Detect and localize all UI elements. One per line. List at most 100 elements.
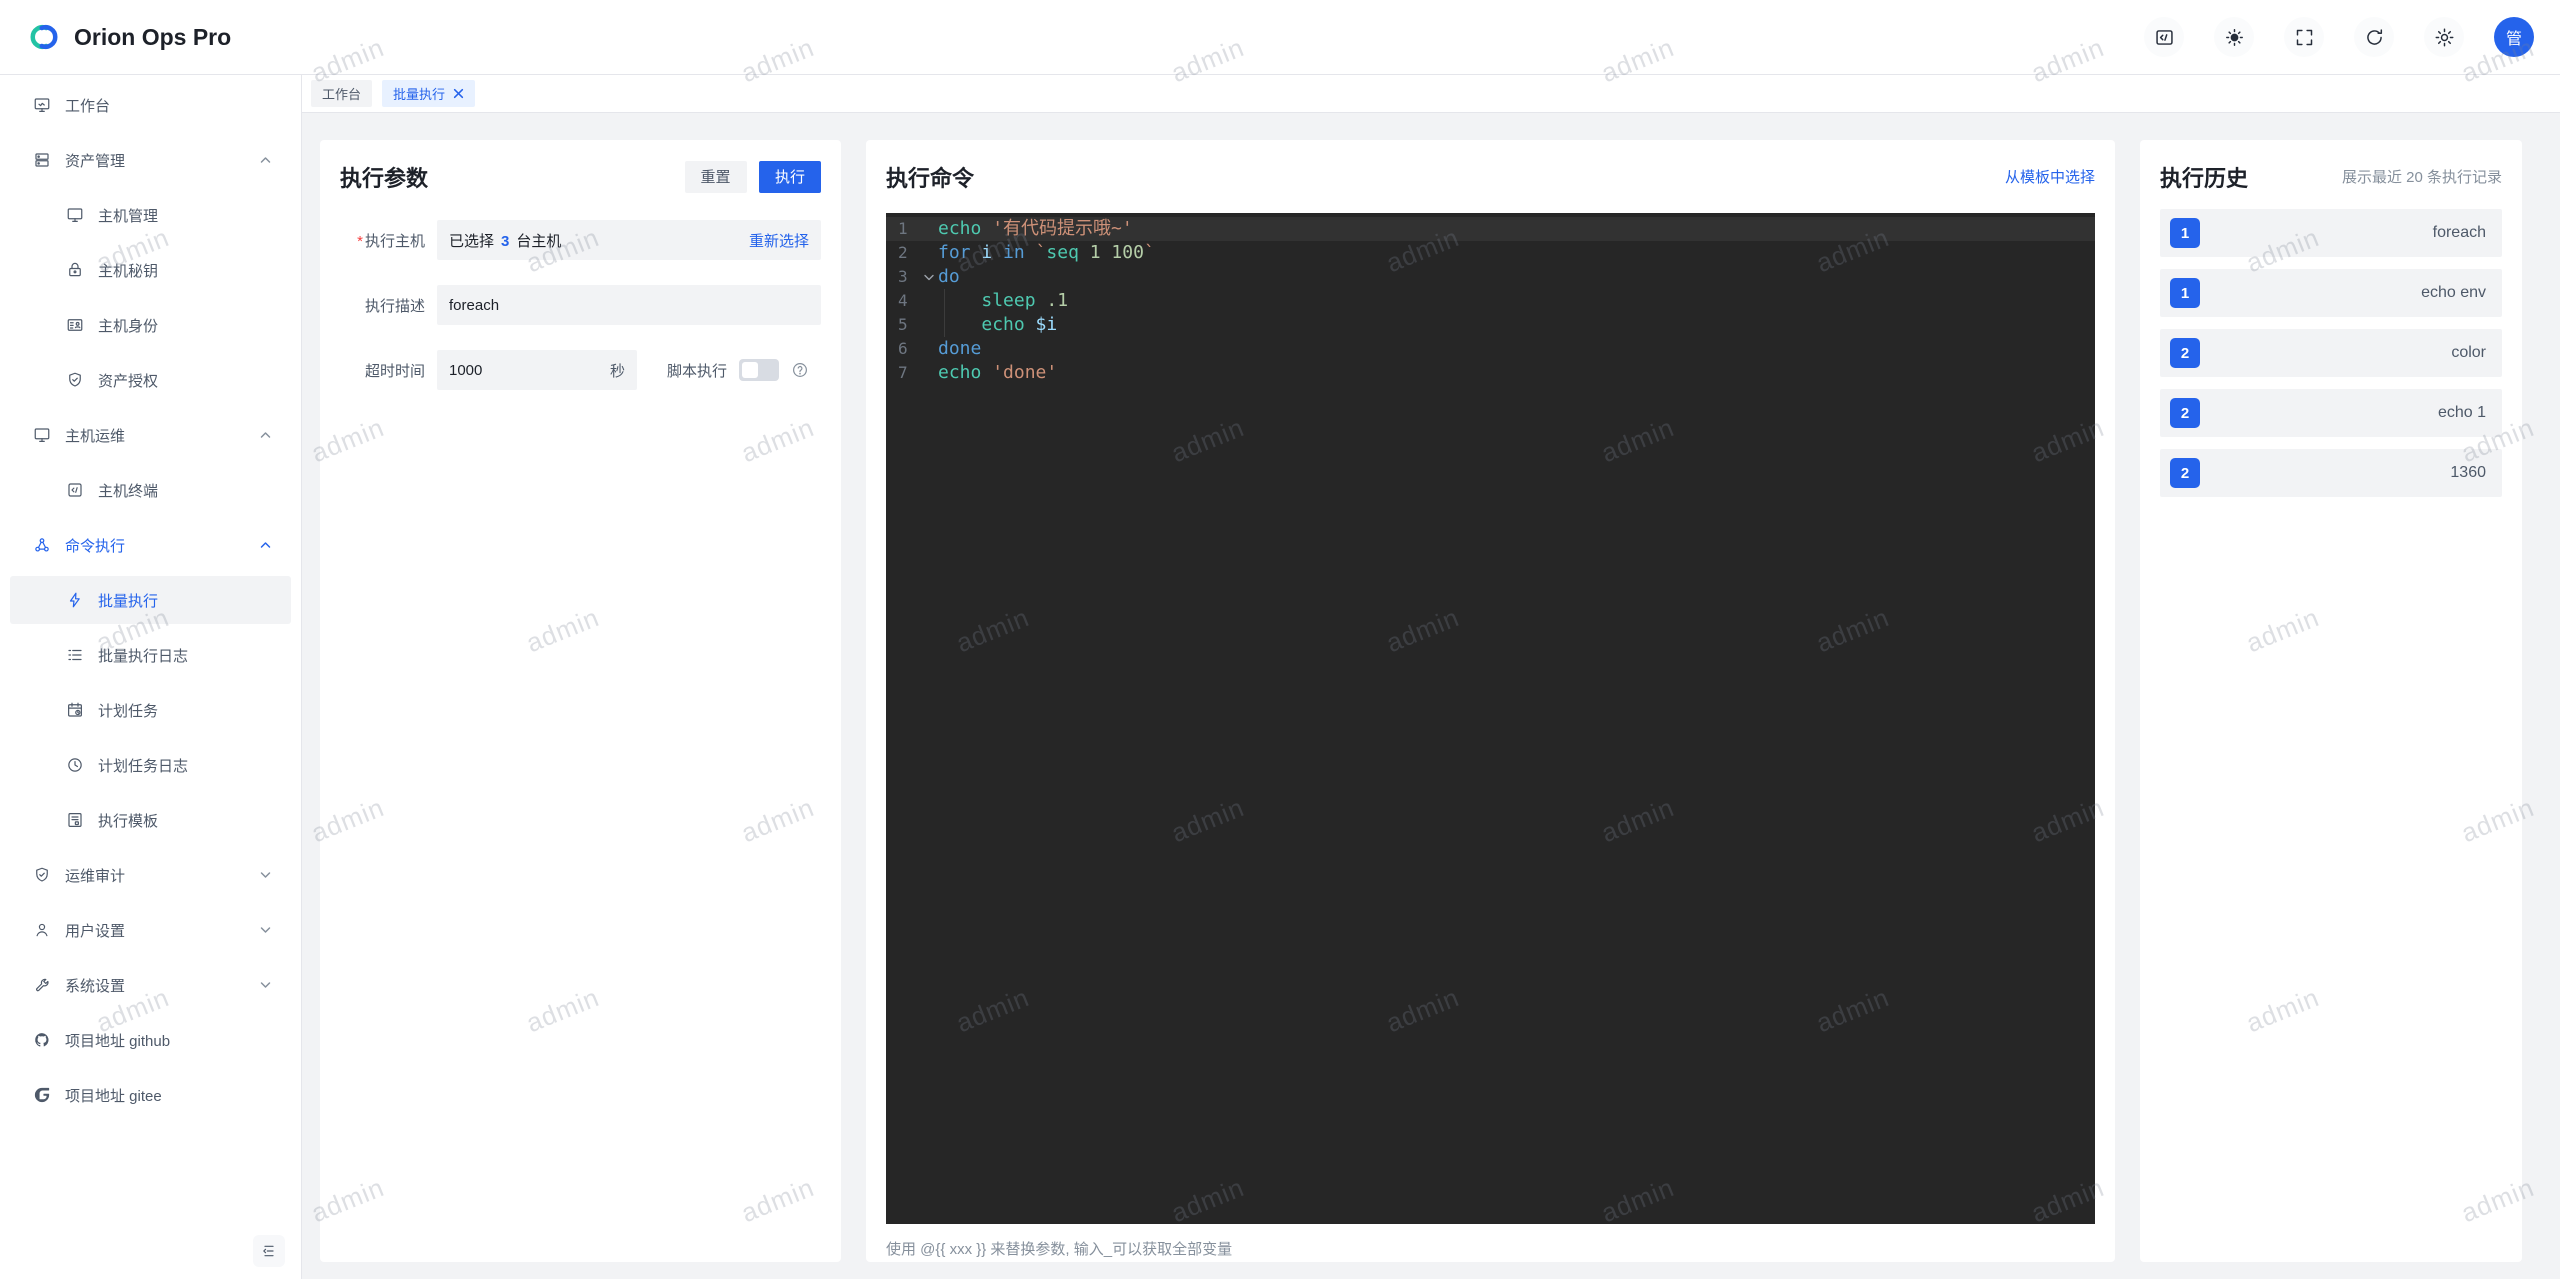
github-icon: [33, 1031, 51, 1049]
fullscreen-icon[interactable]: [2284, 17, 2324, 57]
theme-sun-icon[interactable]: [2214, 17, 2254, 57]
shield-check-icon: [33, 866, 51, 884]
sidebar-group-system-settings[interactable]: 系统设置: [10, 961, 291, 1009]
code-line: 6 done: [898, 338, 982, 359]
params-panel: 执行参数 重置 执行 * 执行主机 已选择 3 台主机 重新选择 执行描述 forea…: [320, 140, 841, 1262]
sidebar-group-user-settings[interactable]: 用户设置: [10, 906, 291, 954]
tab-workbench[interactable]: 工作台: [311, 80, 373, 107]
chevron-down-icon: [260, 981, 271, 990]
clock-icon: [66, 756, 84, 774]
history-row[interactable]: 1 foreach: [2160, 209, 2502, 257]
history-subtitle: 展示最近 20 条执行记录: [2341, 169, 2502, 186]
command-panel: 执行命令 从模板中选择 1 echo '有代码提示哦~' 2 for i in …: [866, 140, 2115, 1262]
logo-icon: [26, 19, 62, 55]
host-select-field[interactable]: 已选择 3 台主机 重新选择: [437, 220, 821, 260]
nodes-icon: [33, 536, 51, 554]
script-exec-label: 脚本执行: [667, 362, 728, 380]
command-panel-title: 执行命令: [886, 165, 975, 191]
app-header: Orion Ops Pro 管: [0, 0, 2560, 75]
host-label: * 执行主机: [357, 232, 425, 250]
terminal-icon[interactable]: [2144, 17, 2184, 57]
code-line: 3 do: [898, 266, 960, 287]
sidebar-item-cron-task[interactable]: 计划任务: [10, 686, 291, 734]
run-button[interactable]: 执行: [758, 160, 821, 193]
params-panel-title: 执行参数: [340, 165, 429, 191]
history-row[interactable]: 2 color: [2160, 329, 2502, 377]
exec-count-badge: 1: [2170, 218, 2200, 248]
sidebar: 工作台 资产管理 主机管理 主机秘钥 主机身份 资产授权 主机运维 主机终端 命…: [0, 75, 302, 1279]
history-row[interactable]: 1 echo env: [2160, 269, 2502, 317]
chevron-down-icon: [260, 871, 271, 880]
sidebar-group-assets[interactable]: 资产管理: [10, 136, 291, 184]
tab-batch-exec[interactable]: 批量执行: [382, 80, 476, 107]
exec-count-badge: 2: [2170, 398, 2200, 428]
script-exec-toggle[interactable]: [739, 359, 780, 381]
fold-chevron-icon[interactable]: [920, 274, 938, 281]
code-editor[interactable]: 1 echo '有代码提示哦~' 2 for i in `seq 1 100` …: [886, 213, 2095, 1224]
exec-count-badge: 2: [2170, 338, 2200, 368]
sidebar-item-batch-exec[interactable]: 批量执行: [10, 576, 291, 624]
sidebar-item-gitee[interactable]: 项目地址 gitee: [10, 1071, 291, 1119]
sidebar-item-exec-template[interactable]: 执行模板: [10, 796, 291, 844]
sidebar-item-batch-exec-log[interactable]: 批量执行日志: [10, 631, 291, 679]
timeout-unit: 秒: [609, 362, 625, 380]
content-area: 执行参数 重置 执行 * 执行主机 已选择 3 台主机 重新选择 执行描述 forea…: [302, 113, 2560, 1279]
template-icon: [66, 811, 84, 829]
exec-count-badge: 1: [2170, 278, 2200, 308]
settings-gear-icon[interactable]: [2424, 17, 2464, 57]
code-line: 7 echo 'done': [898, 362, 1058, 383]
sidebar-item-workbench[interactable]: 工作台: [10, 81, 291, 129]
history-row[interactable]: 2 echo 1: [2160, 389, 2502, 437]
editor-hint: 使用 @{{ xxx }} 来替换参数, 输入_可以获取全部变量: [886, 1241, 1233, 1258]
sidebar-item-host-manage[interactable]: 主机管理: [10, 191, 291, 239]
code-line: 1 echo '有代码提示哦~': [886, 217, 2095, 241]
timeout-input[interactable]: 1000 秒: [437, 350, 637, 390]
list-icon: [66, 646, 84, 664]
monitor-icon: [33, 426, 51, 444]
code-line: 5 echo $i: [898, 313, 1058, 337]
chevron-up-icon: [260, 541, 271, 550]
idcard-icon: [66, 316, 84, 334]
desc-input[interactable]: foreach: [437, 285, 821, 325]
reselect-link[interactable]: 重新选择: [749, 230, 809, 251]
history-list: 1 foreach 1 echo env 2 color 2 echo 1 2 …: [2160, 209, 2502, 497]
wrench-icon: [33, 976, 51, 994]
sidebar-group-command-exec[interactable]: 命令执行: [10, 521, 291, 569]
timeout-label: 超时时间: [364, 362, 425, 380]
sidebar-group-audit[interactable]: 运维审计: [10, 851, 291, 899]
chevron-down-icon: [260, 926, 271, 935]
app-logo: Orion Ops Pro: [26, 19, 231, 55]
app-title: Orion Ops Pro: [74, 23, 232, 50]
host-count: 3: [501, 232, 510, 250]
code-line: 2 for i in `seq 1 100`: [898, 242, 1155, 263]
sidebar-group-host-ops[interactable]: 主机运维: [10, 411, 291, 459]
sidebar-item-github[interactable]: 项目地址 github: [10, 1016, 291, 1064]
sidebar-item-host-key[interactable]: 主机秘钥: [10, 246, 291, 294]
history-row[interactable]: 2 1360: [2160, 449, 2502, 497]
history-panel: 执行历史 展示最近 20 条执行记录 1 foreach 1 echo env …: [2140, 140, 2522, 1262]
desc-label: 执行描述: [364, 297, 425, 315]
sidebar-item-host-identity[interactable]: 主机身份: [10, 301, 291, 349]
gitee-icon: [33, 1086, 51, 1104]
template-select-link[interactable]: 从模板中选择: [2005, 166, 2095, 187]
timeout-row: 超时时间 1000 秒 脚本执行: [340, 350, 821, 390]
tab-bar: 工作台 批量执行: [302, 75, 2560, 113]
workbench-icon: [33, 96, 51, 114]
host-monitor-icon: [66, 206, 84, 224]
desc-row: 执行描述 foreach: [340, 285, 821, 325]
avatar[interactable]: 管: [2494, 17, 2534, 57]
refresh-icon[interactable]: [2354, 17, 2394, 57]
sidebar-item-asset-grant[interactable]: 资产授权: [10, 356, 291, 404]
sidebar-item-host-terminal[interactable]: 主机终端: [10, 466, 291, 514]
user-icon: [33, 921, 51, 939]
calendar-clock-icon: [66, 701, 84, 719]
sidebar-item-cron-task-log[interactable]: 计划任务日志: [10, 741, 291, 789]
code-square-icon: [66, 481, 84, 499]
required-star: *: [357, 232, 363, 250]
menu-fold-icon[interactable]: [253, 1235, 285, 1267]
reset-button[interactable]: 重置: [684, 160, 747, 193]
exec-count-badge: 2: [2170, 458, 2200, 488]
close-icon[interactable]: [453, 88, 464, 99]
help-icon[interactable]: [791, 361, 809, 379]
assets-icon: [33, 151, 51, 169]
